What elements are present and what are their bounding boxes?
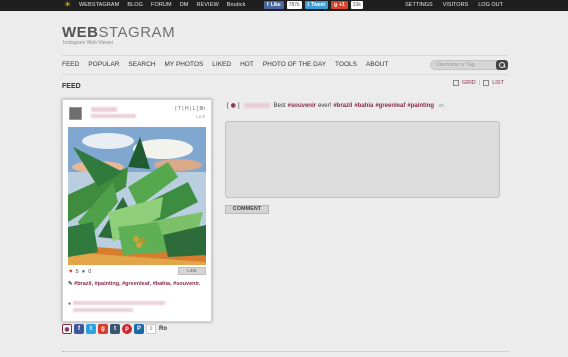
- grid-view-link[interactable]: GRID: [462, 80, 476, 86]
- caption-tag[interactable]: #painting: [407, 103, 434, 109]
- caption-tag[interactable]: #bahia: [354, 103, 373, 109]
- comment-bullet: ●: [68, 301, 72, 307]
- nav-liked[interactable]: LIKED: [212, 61, 231, 68]
- page-title: FEED: [62, 83, 81, 90]
- like-button[interactable]: LIKE: [178, 267, 206, 275]
- sun-icon: ☀: [64, 0, 72, 9]
- search-box: Username or Tag: [430, 60, 508, 70]
- comment-redacted: [73, 308, 133, 312]
- top-bar: ☀ WEBSTAGRAM BLOG FORUM DM REVIEW Boutic…: [0, 0, 568, 11]
- avatar[interactable]: [69, 107, 82, 120]
- post-stats: ♥ 5 ● 0: [69, 269, 91, 275]
- facebook-icon[interactable]: f: [74, 324, 84, 334]
- nav-about[interactable]: ABOUT: [366, 61, 388, 68]
- tweet-button[interactable]: t Tweet: [304, 1, 329, 9]
- nav-photo-of-the-day[interactable]: PHOTO OF THE DAY: [263, 61, 326, 68]
- nav-search[interactable]: SEARCH: [128, 61, 155, 68]
- divider: [62, 74, 508, 75]
- share-ro[interactable]: Ro: [159, 326, 167, 332]
- gplus-icon: g: [334, 2, 338, 8]
- nav-tools[interactable]: TOOLS: [335, 61, 357, 68]
- site-logo[interactable]: WEBSTAGRAM: [62, 24, 175, 41]
- twitter-icon: t: [307, 2, 310, 8]
- nav-popular[interactable]: POPULAR: [88, 61, 119, 68]
- settings-link[interactable]: SETTINGS: [405, 2, 433, 8]
- caption-tag[interactable]: #brazil: [333, 103, 352, 109]
- logout-link[interactable]: LOG OUT: [478, 2, 503, 8]
- heart-icon: ♥: [69, 269, 73, 275]
- comments-count: 0: [88, 269, 92, 275]
- list-view-link[interactable]: LIST: [492, 80, 504, 86]
- list-icon[interactable]: [483, 80, 490, 86]
- comment-input[interactable]: [225, 121, 500, 198]
- facebook-like-button[interactable]: f Like: [264, 1, 284, 9]
- search-input[interactable]: Username or Tag: [430, 60, 498, 70]
- footer-divider: [62, 351, 508, 352]
- instagram-icon[interactable]: ◉: [231, 102, 236, 109]
- separator: |: [478, 80, 481, 86]
- visitors-link[interactable]: VISITORS: [443, 2, 469, 8]
- top-nav: WEBSTAGRAM BLOG FORUM DM REVIEW Boutick: [79, 2, 246, 8]
- caption-text: ever!: [317, 102, 332, 109]
- filter-name: Lo-fi: [196, 114, 205, 119]
- instagram-icon[interactable]: ◉: [62, 324, 72, 334]
- caption-tag[interactable]: #greenleaf: [375, 103, 405, 109]
- username-redacted[interactable]: [243, 103, 270, 108]
- twitter-icon[interactable]: t: [86, 324, 96, 334]
- paypal-icon[interactable]: P: [134, 324, 144, 334]
- topnav-dm[interactable]: DM: [180, 2, 189, 8]
- tumblr-icon[interactable]: t: [110, 324, 120, 334]
- gplus-count: 33k: [350, 1, 363, 9]
- gplus-icon[interactable]: g: [98, 324, 108, 334]
- caption-tag[interactable]: #souvenir: [288, 103, 316, 109]
- facebook-count: 787k: [286, 1, 302, 9]
- painting-image: [68, 127, 206, 265]
- topnav-review[interactable]: REVIEW: [196, 2, 218, 8]
- post-caption: [ ◉ ] Best #souvenir ever! #brazil #bahi…: [227, 102, 445, 110]
- divider: [62, 55, 508, 56]
- comment-redacted: [73, 301, 165, 305]
- username-redacted[interactable]: [91, 107, 117, 112]
- nav-hot[interactable]: HOT: [240, 61, 254, 68]
- likes-count: 5: [75, 269, 79, 275]
- share-row: ◉ f t g t p P 0 Ro: [62, 324, 167, 334]
- view-toggle: GRID | LIST: [453, 80, 504, 86]
- social-buttons: f Like 787k t Tweet g +1 33k: [264, 1, 363, 9]
- share-count: 0: [146, 324, 156, 334]
- search-icon[interactable]: [496, 60, 508, 70]
- comment-button[interactable]: COMMENT: [225, 205, 269, 214]
- topnav-forum[interactable]: FORUM: [151, 2, 172, 8]
- topnav-webstagram[interactable]: WEBSTAGRAM: [79, 2, 119, 8]
- post-photo[interactable]: [68, 127, 206, 265]
- site-tagline: Instagram Web Viewer: [63, 40, 114, 46]
- nav-my-photos[interactable]: MY PHOTOS: [165, 61, 204, 68]
- topnav-boutick[interactable]: Boutick: [227, 2, 246, 8]
- post-links[interactable]: [ T | H | L ] 8h: [175, 106, 205, 112]
- caption-text: Best: [273, 102, 286, 109]
- grid-icon[interactable]: [453, 80, 459, 86]
- pinterest-icon[interactable]: p: [122, 324, 132, 334]
- post-tags: ✎ #brazil, #painting, #greenleaf, #bahia…: [68, 281, 201, 287]
- topnav-blog[interactable]: BLOG: [127, 2, 143, 8]
- caption-time: 8h: [439, 103, 445, 108]
- nav-feed[interactable]: FEED: [62, 61, 79, 68]
- comment-icon: ●: [81, 269, 86, 275]
- fullname-redacted: [91, 114, 136, 118]
- gplus-button[interactable]: g +1: [331, 1, 348, 9]
- top-right-nav: SETTINGS VISITORS LOG OUT: [405, 2, 503, 8]
- main-nav: FEED POPULAR SEARCH MY PHOTOS LIKED HOT …: [62, 61, 388, 68]
- facebook-icon: f: [267, 2, 269, 8]
- post-card: [ T | H | L ] 8h Lo-fi ♥ 5 ● 0 LIKE ✎ #b…: [62, 99, 212, 322]
